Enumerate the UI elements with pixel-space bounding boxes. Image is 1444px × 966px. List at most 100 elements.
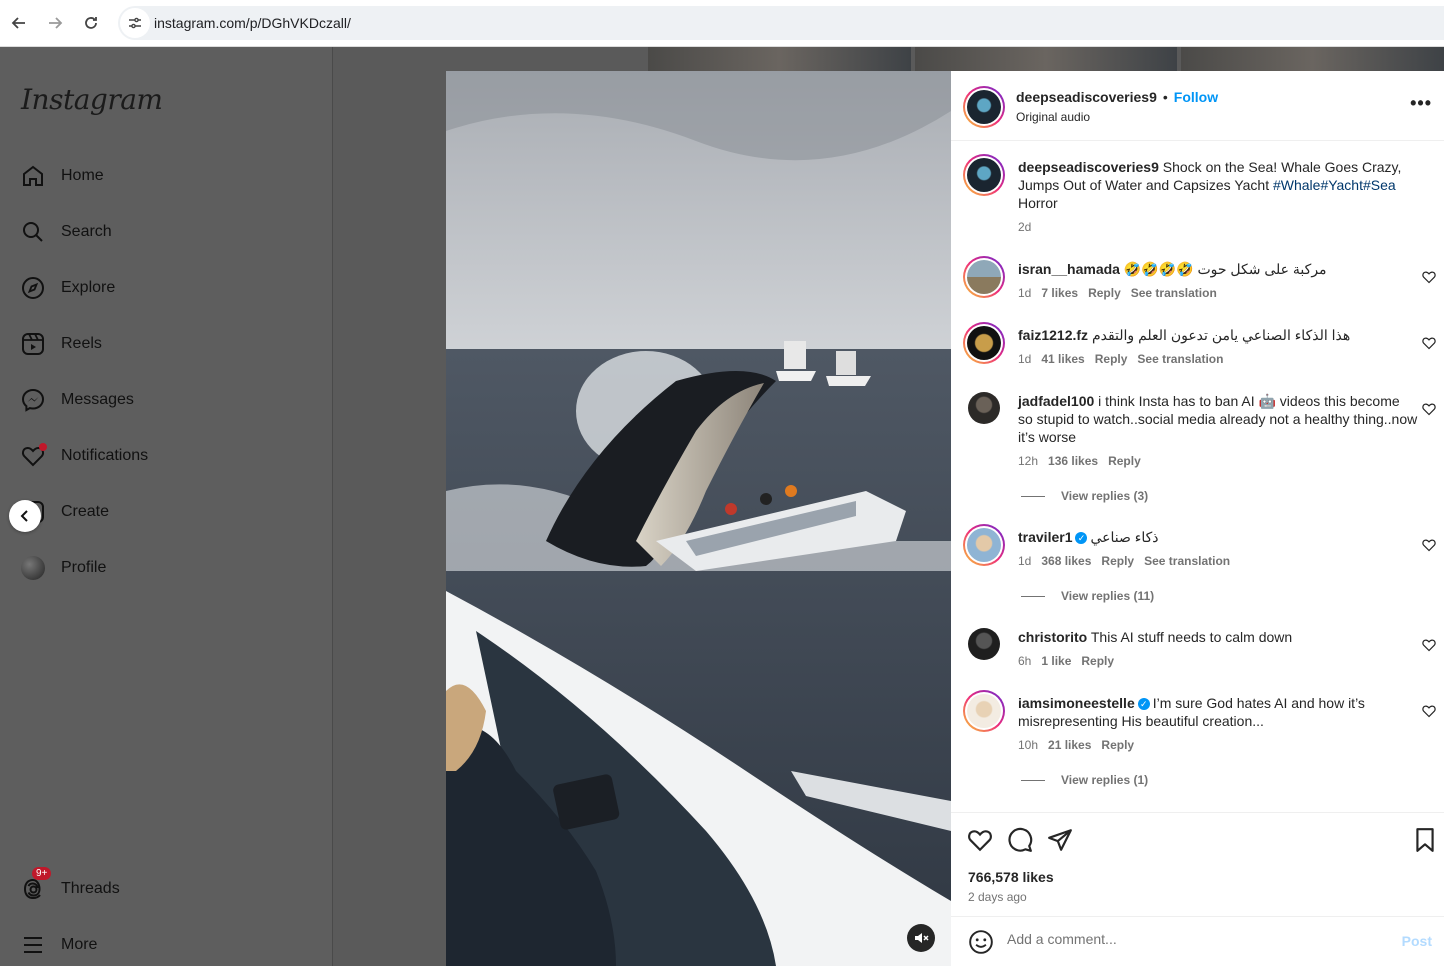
mute-button[interactable]	[907, 924, 935, 952]
more-options-icon[interactable]: •••	[1410, 93, 1432, 114]
like-comment-heart-icon[interactable]	[1422, 402, 1436, 416]
post-video[interactable]	[446, 71, 951, 966]
sidebar-item-home[interactable]: Home	[20, 156, 104, 196]
caption-hashtags[interactable]: #Whale#Yacht#Sea	[1273, 177, 1396, 193]
comment-likes[interactable]: 7 likes	[1041, 286, 1078, 300]
site-info-button[interactable]	[120, 8, 150, 38]
add-comment-input[interactable]	[1007, 931, 1387, 947]
author-avatar[interactable]	[963, 86, 1005, 128]
author-avatar[interactable]	[963, 154, 1005, 196]
comment-username[interactable]: isran__hamada	[1018, 261, 1120, 277]
post-date: 2 days ago	[968, 890, 1027, 904]
view-replies-button[interactable]: View replies (11)	[1021, 589, 1154, 603]
comment-username[interactable]: traviler1	[1018, 529, 1072, 545]
see-translation-button[interactable]: See translation	[1137, 352, 1223, 366]
sidebar-item-label: Threads	[61, 880, 120, 897]
comment-username[interactable]: faiz1212.fz	[1018, 327, 1088, 343]
view-replies-button[interactable]: View replies (1)	[1021, 773, 1148, 787]
post-header: deepseadiscoveries9 • Follow Original au…	[951, 71, 1444, 141]
audio-label[interactable]: Original audio	[1016, 110, 1090, 124]
forward-button[interactable]	[42, 10, 68, 36]
comment-username[interactable]: jadfadel100	[1018, 393, 1094, 409]
sidebar-item-reels[interactable]: Reels	[20, 324, 102, 364]
comment-likes[interactable]: 41 likes	[1041, 352, 1084, 366]
reply-button[interactable]: Reply	[1088, 286, 1121, 300]
sidebar-item-label: Profile	[61, 559, 107, 576]
comment-time: 6h	[1018, 654, 1032, 668]
speaker-muted-icon	[915, 933, 929, 943]
like-comment-heart-icon[interactable]	[1422, 270, 1436, 284]
reload-icon	[85, 17, 97, 29]
comments-list[interactable]: deepseadiscoveries9 Shock on the Sea! Wh…	[951, 142, 1444, 812]
verified-badge-icon: ✓	[1137, 698, 1150, 711]
sidebar-item-label: Search	[61, 223, 112, 240]
separator-dot: •	[1162, 89, 1168, 105]
sidebar-item-more[interactable]: More	[20, 925, 97, 965]
like-comment-heart-icon[interactable]	[1422, 538, 1436, 552]
home-icon	[20, 163, 46, 189]
sidebar-item-label: Explore	[61, 279, 116, 296]
see-translation-button[interactable]: See translation	[1131, 286, 1217, 300]
browser-toolbar: instagram.com/p/DGhVKDczall/	[0, 0, 1444, 47]
comment-likes[interactable]: 21 likes	[1048, 738, 1091, 752]
sidebar-item-search[interactable]: Search	[20, 212, 112, 252]
follow-button[interactable]: Follow	[1174, 89, 1218, 105]
sidebar-item-threads[interactable]: 9+ Threads	[20, 867, 120, 909]
arrow-left-icon	[11, 17, 25, 29]
author-username[interactable]: deepseadiscoveries9	[1016, 89, 1157, 105]
commenter-avatar[interactable]	[968, 628, 1000, 660]
comment-text: This AI stuff needs to calm down	[1090, 629, 1293, 645]
sidebar-item-label: More	[61, 936, 98, 953]
reply-button[interactable]: Reply	[1095, 352, 1128, 366]
emoji-icon[interactable]	[968, 929, 994, 955]
comment-username[interactable]: iamsimoneestelle	[1018, 695, 1135, 711]
sidebar-item-profile[interactable]: Profile	[20, 548, 106, 588]
comment-bubble-icon[interactable]	[1007, 827, 1033, 853]
view-replies-button[interactable]: View replies (3)	[1021, 489, 1148, 503]
commenter-avatar[interactable]	[963, 256, 1005, 298]
comment-time: 1d	[1018, 554, 1032, 568]
commenter-avatar[interactable]	[963, 524, 1005, 566]
sidebar-item-messages[interactable]: Messages	[20, 380, 134, 420]
see-translation-button[interactable]: See translation	[1144, 554, 1230, 568]
caption-time: 2d	[1018, 220, 1032, 234]
post-actions: 766,578 likes 2 days ago	[951, 812, 1444, 916]
like-heart-icon[interactable]	[967, 827, 993, 853]
url-text[interactable]: instagram.com/p/DGhVKDczall/	[154, 15, 351, 31]
post-comment-button[interactable]: Post	[1402, 933, 1432, 949]
reply-button[interactable]: Reply	[1101, 554, 1134, 568]
commenter-avatar[interactable]	[963, 690, 1005, 732]
like-count[interactable]: 766,578 likes	[968, 869, 1054, 885]
comment-text: ذكاء صناعي	[1090, 529, 1159, 545]
commenter-avatar[interactable]	[963, 322, 1005, 364]
like-comment-heart-icon[interactable]	[1422, 704, 1436, 718]
instagram-logo[interactable]: Instagram	[21, 83, 163, 116]
reply-button[interactable]: Reply	[1108, 454, 1141, 468]
sidebar-item-notifications[interactable]: Notifications	[20, 436, 148, 476]
avatar	[20, 555, 46, 581]
collapse-sidebar-button[interactable]	[9, 500, 41, 532]
sidebar-item-explore[interactable]: Explore	[20, 268, 115, 308]
reload-button[interactable]	[78, 10, 104, 36]
messenger-icon	[20, 387, 46, 413]
comment-likes[interactable]: 1 like	[1041, 654, 1071, 668]
like-comment-heart-icon[interactable]	[1422, 336, 1436, 350]
comment-likes[interactable]: 368 likes	[1041, 554, 1091, 568]
back-button[interactable]	[6, 10, 32, 36]
comment-username[interactable]: christorito	[1018, 629, 1087, 645]
like-comment-heart-icon[interactable]	[1422, 638, 1436, 652]
address-bar[interactable]: instagram.com/p/DGhVKDczall/	[118, 6, 1444, 40]
heart-icon	[20, 443, 47, 469]
bookmark-icon[interactable]	[1412, 827, 1438, 853]
threads-icon: 9+	[20, 867, 52, 902]
sidebar-item-label: Notifications	[61, 447, 149, 464]
comment-likes[interactable]: 136 likes	[1048, 454, 1098, 468]
reply-button[interactable]: Reply	[1101, 738, 1134, 752]
caption-username[interactable]: deepseadiscoveries9	[1018, 159, 1159, 175]
caption-text-end: Horror	[1018, 195, 1058, 211]
reply-button[interactable]: Reply	[1081, 654, 1114, 668]
post-detail-panel: deepseadiscoveries9 • Follow Original au…	[951, 71, 1444, 966]
share-send-icon[interactable]	[1047, 827, 1073, 853]
commenter-avatar[interactable]	[968, 392, 1000, 424]
author-line: deepseadiscoveries9 • Follow	[1016, 89, 1218, 105]
